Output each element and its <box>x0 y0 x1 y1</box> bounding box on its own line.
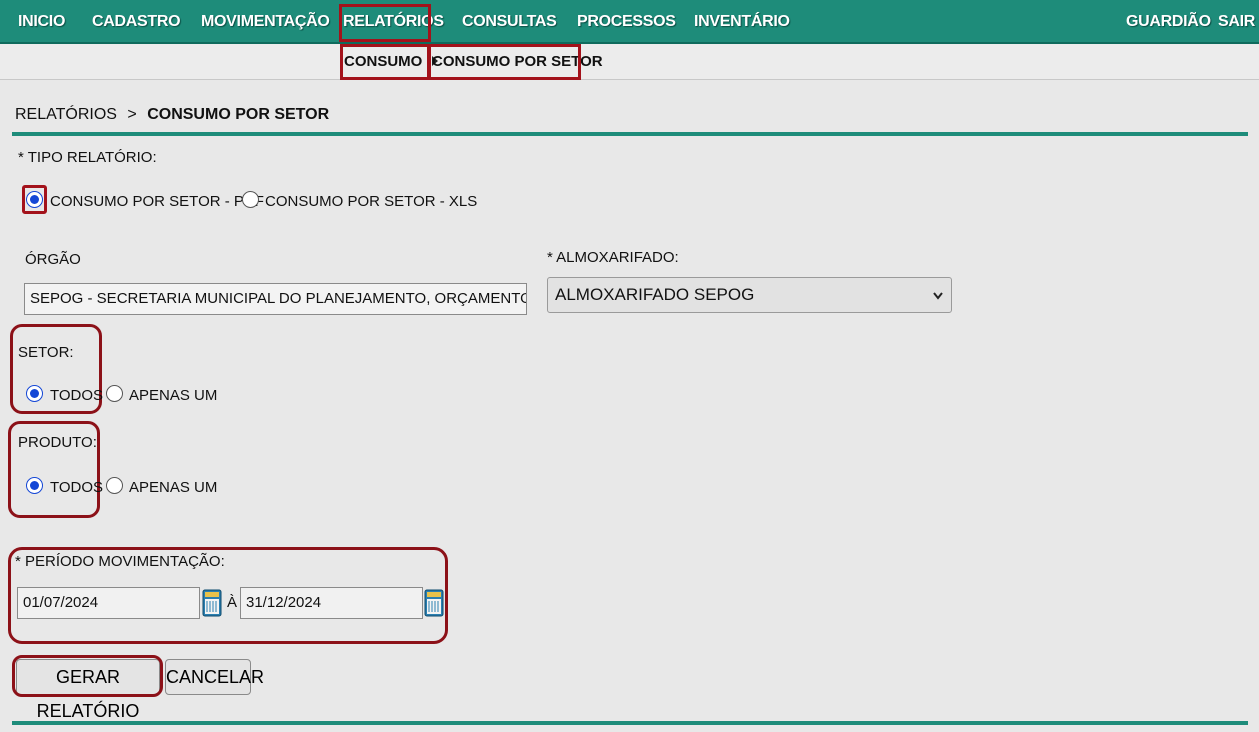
setor-apenas-um-label[interactable]: APENAS UM <box>129 387 217 404</box>
calendar-icon[interactable] <box>202 588 222 618</box>
chevron-down-icon <box>933 292 943 300</box>
periodo-separator: À <box>227 594 238 611</box>
user-name[interactable]: GUARDIÃO <box>1126 0 1211 42</box>
orgao-field: SEPOG - SECRETARIA MUNICIPAL DO PLANEJAM… <box>24 283 527 315</box>
submenu-consumo-label: CONSUMO <box>344 53 423 70</box>
tipo-pdf-label[interactable]: CONSUMO POR SETOR - PDF <box>50 193 264 210</box>
produto-todos-label[interactable]: TODOS <box>50 479 103 496</box>
gerar-relatorio-button[interactable]: GERAR RELATÓRIO <box>16 659 160 721</box>
nav-cadastro[interactable]: CADASTRO <box>92 0 181 42</box>
produto-apenas-um-label[interactable]: APENAS UM <box>129 479 217 496</box>
top-nav-bar: INICIO CADASTRO MOVIMENTAÇÃO RELATÓRIOS … <box>0 0 1259 44</box>
nav-inventario[interactable]: INVENTÁRIO <box>694 0 790 42</box>
periodo-label: * PERÍODO MOVIMENTAÇÃO: <box>15 553 225 570</box>
nav-processos[interactable]: PROCESSOS <box>577 0 676 42</box>
tipo-xls-radio[interactable] <box>242 191 259 208</box>
nav-movimentacao[interactable]: MOVIMENTAÇÃO <box>201 0 330 42</box>
breadcrumb: RELATÓRIOS > CONSUMO POR SETOR <box>15 106 329 124</box>
breadcrumb-parent[interactable]: RELATÓRIOS <box>15 106 117 123</box>
logout-link[interactable]: SAIR <box>1218 0 1255 42</box>
submenu-consumo-por-setor[interactable]: CONSUMO POR SETOR <box>432 50 603 74</box>
tipo-xls-label[interactable]: CONSUMO POR SETOR - XLS <box>265 193 477 210</box>
almoxarifado-label: * ALMOXARIFADO: <box>547 249 679 266</box>
setor-todos-radio[interactable] <box>26 385 43 402</box>
produto-apenas-um-radio[interactable] <box>106 477 123 494</box>
setor-todos-label[interactable]: TODOS <box>50 387 103 404</box>
orgao-label: ÓRGÃO <box>25 251 81 268</box>
produto-label: PRODUTO: <box>18 434 97 451</box>
almoxarifado-value: ALMOXARIFADO SEPOG <box>555 285 755 304</box>
produto-todos-radio[interactable] <box>26 477 43 494</box>
breadcrumb-separator: > <box>127 106 137 123</box>
almoxarifado-select[interactable]: ALMOXARIFADO SEPOG <box>547 277 952 313</box>
breadcrumb-current: CONSUMO POR SETOR <box>147 106 330 123</box>
nav-relatorios[interactable]: RELATÓRIOS <box>343 0 444 42</box>
nav-consultas[interactable]: CONSULTAS <box>462 0 557 42</box>
setor-label: SETOR: <box>18 344 74 361</box>
cancelar-button[interactable]: CANCELAR <box>165 659 264 695</box>
setor-apenas-um-radio[interactable] <box>106 385 123 402</box>
tipo-relatorio-label: * TIPO RELATÓRIO: <box>18 149 157 166</box>
section-divider-top <box>12 132 1248 136</box>
section-divider-bottom <box>12 721 1248 725</box>
tipo-pdf-radio[interactable] <box>26 191 43 208</box>
submenu-consumo[interactable]: CONSUMO <box>344 50 439 74</box>
nav-inicio[interactable]: INICIO <box>18 0 65 42</box>
periodo-fim-input[interactable]: 31/12/2024 <box>240 587 423 619</box>
periodo-inicio-input[interactable]: 01/07/2024 <box>17 587 200 619</box>
calendar-icon[interactable] <box>424 588 444 618</box>
sub-nav-bar: CONSUMO CONSUMO POR SETOR <box>0 44 1259 80</box>
